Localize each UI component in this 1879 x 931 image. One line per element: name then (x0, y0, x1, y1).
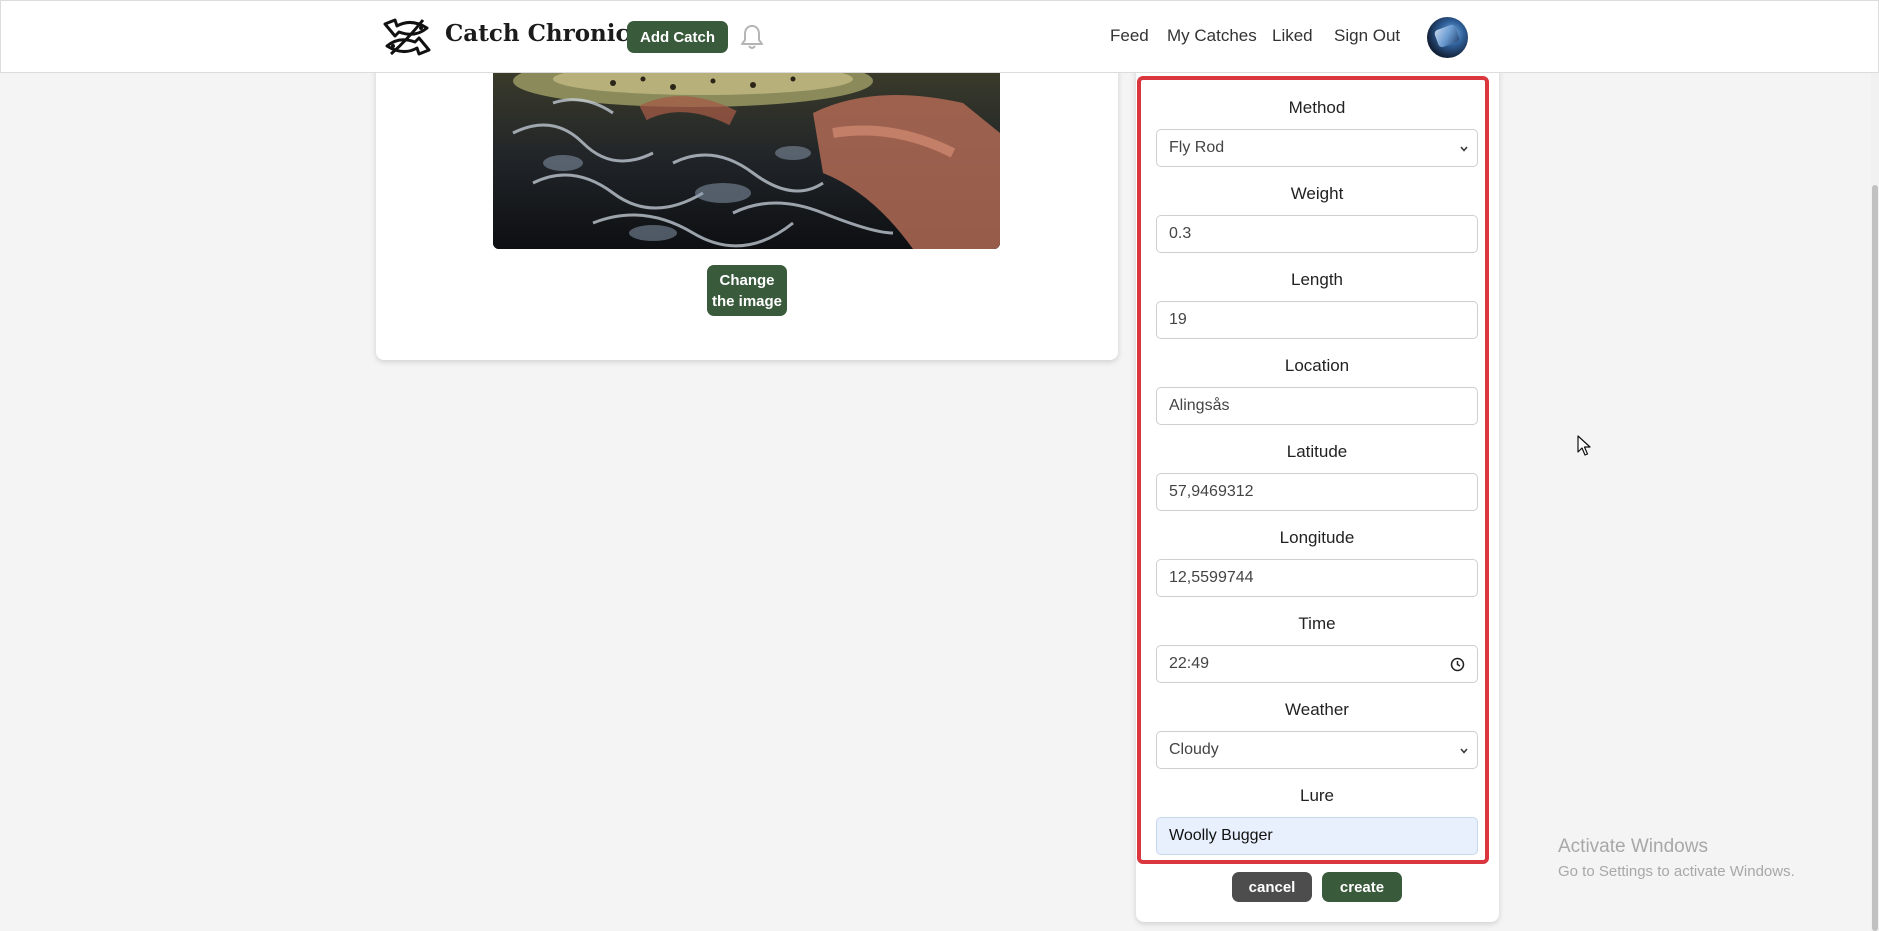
weather-label: Weather (1285, 700, 1349, 719)
fish-logo-icon[interactable] (381, 14, 433, 60)
user-avatar[interactable] (1427, 17, 1468, 58)
weight-input[interactable]: 0.3 (1156, 215, 1478, 253)
longitude-input[interactable]: 12,5599744 (1156, 559, 1478, 597)
lure-value: Woolly Bugger (1169, 827, 1273, 844)
location-label: Location (1284, 356, 1350, 375)
latitude-value: 57,9469312 (1169, 483, 1254, 500)
lure-label: Lure (1299, 786, 1335, 805)
lure-input[interactable]: Woolly Bugger (1156, 817, 1478, 855)
time-label: Time (1298, 614, 1336, 633)
nav-link-sign-out[interactable]: Sign Out (1334, 26, 1400, 46)
latitude-input[interactable]: 57,9469312 (1156, 473, 1478, 511)
chevron-down-icon (1460, 146, 1468, 152)
clock-icon[interactable] (1450, 657, 1465, 672)
length-label: Length (1291, 270, 1343, 289)
time-value: 22:49 (1169, 655, 1210, 672)
nav-link-my-catches[interactable]: My Catches (1167, 26, 1257, 46)
brand-name[interactable]: Catch Chronicle (445, 20, 653, 47)
nav-link-liked[interactable]: Liked (1272, 26, 1313, 46)
weather-select[interactable]: Cloudy (1156, 731, 1478, 769)
method-label: Method (1288, 98, 1346, 117)
top-navbar: Catch Chronicle Add Catch Feed My Catche… (0, 0, 1879, 73)
catch-photo (493, 73, 1000, 249)
weather-value: Cloudy (1169, 741, 1219, 758)
mouse-cursor-icon (1577, 435, 1591, 456)
weight-value: 0.3 (1169, 225, 1192, 242)
create-button[interactable]: create (1322, 872, 1402, 902)
scrollbar-thumb[interactable] (1872, 185, 1878, 931)
latitude-label: Latitude (1286, 442, 1348, 461)
time-input[interactable]: 22:49 (1156, 645, 1478, 683)
add-catch-button[interactable]: Add Catch (627, 21, 728, 53)
method-select[interactable]: Fly Rod (1156, 129, 1478, 167)
longitude-value: 12,5599744 (1169, 569, 1254, 586)
cancel-button[interactable]: cancel (1232, 872, 1312, 902)
weight-label: Weight (1290, 184, 1344, 203)
change-image-button[interactable]: Change the image (707, 265, 787, 316)
length-value: 19 (1169, 311, 1187, 328)
longitude-label: Longitude (1279, 528, 1355, 547)
activate-windows-title: Activate Windows (1558, 836, 1708, 857)
method-value: Fly Rod (1169, 139, 1225, 156)
nav-link-feed[interactable]: Feed (1110, 26, 1149, 46)
activate-windows-subtitle: Go to Settings to activate Windows. (1558, 863, 1795, 880)
chevron-down-icon (1460, 748, 1468, 754)
location-input[interactable]: Alingsås (1156, 387, 1478, 425)
notification-bell-icon[interactable] (739, 23, 765, 51)
location-value: Alingsås (1169, 397, 1230, 414)
length-input[interactable]: 19 (1156, 301, 1478, 339)
